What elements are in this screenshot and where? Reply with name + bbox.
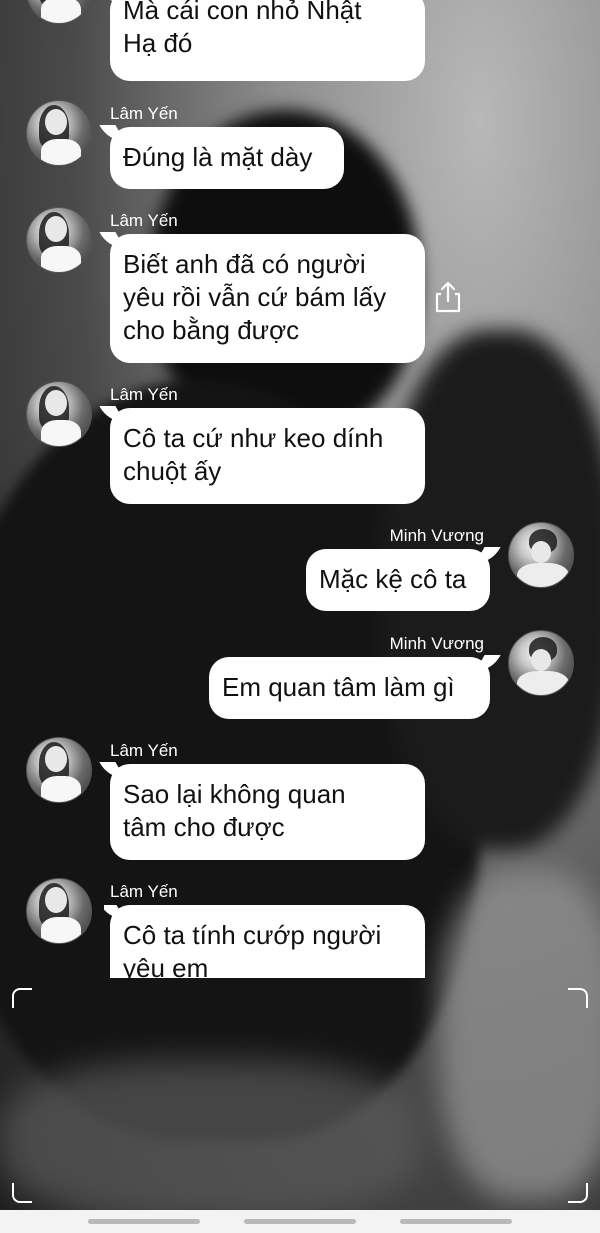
message-bubble[interactable]: Mà cái con nhỏ Nhật Hạ đó xyxy=(110,0,425,81)
message-bubble[interactable]: Sao lại không quan tâm cho được xyxy=(110,764,425,860)
sender-name: Lâm Yến xyxy=(110,211,178,230)
sender-name: Lâm Yến xyxy=(110,104,178,123)
message-bubble[interactable]: Đúng là mặt dày xyxy=(110,127,344,189)
avatar-minh-vuong[interactable] xyxy=(508,522,574,588)
system-nav-bar xyxy=(0,1210,600,1233)
avatar-lam-yen[interactable] xyxy=(26,381,92,447)
crop-corner xyxy=(568,1183,588,1203)
sender-name: Lâm Yến xyxy=(110,385,178,404)
crop-corner xyxy=(12,988,32,1008)
message-bubble[interactable]: Biết anh đã có người yêu rồi vẫn cứ bám … xyxy=(110,234,425,363)
sender-name: Lâm Yến xyxy=(110,741,178,760)
crop-corner xyxy=(568,988,588,1008)
avatar-lam-yen[interactable] xyxy=(26,737,92,803)
nav-recents-button[interactable] xyxy=(88,1219,200,1224)
avatar-lam-yen[interactable] xyxy=(26,207,92,273)
chat-viewport-clip: Cô ta tính cướp người yêu em xyxy=(104,905,434,978)
message-bubble[interactable]: Mặc kệ cô ta xyxy=(306,549,490,611)
sender-name: Minh Vương xyxy=(389,634,484,653)
sender-name: Minh Vương xyxy=(389,526,484,545)
avatar-lam-yen[interactable] xyxy=(26,878,92,944)
nav-back-button[interactable] xyxy=(400,1219,512,1224)
avatar-lam-yen[interactable] xyxy=(26,100,92,166)
crop-corner xyxy=(12,1183,32,1203)
message-bubble[interactable]: Cô ta tính cướp người yêu em xyxy=(110,905,425,978)
nav-home-button[interactable] xyxy=(244,1219,356,1224)
sender-name: Lâm Yến xyxy=(110,882,178,901)
message-bubble[interactable]: Em quan tâm làm gì xyxy=(209,657,490,719)
share-icon[interactable] xyxy=(434,280,462,314)
message-bubble[interactable]: Cô ta cứ như keo dính chuột ấy xyxy=(110,408,425,504)
avatar-minh-vuong[interactable] xyxy=(508,630,574,696)
